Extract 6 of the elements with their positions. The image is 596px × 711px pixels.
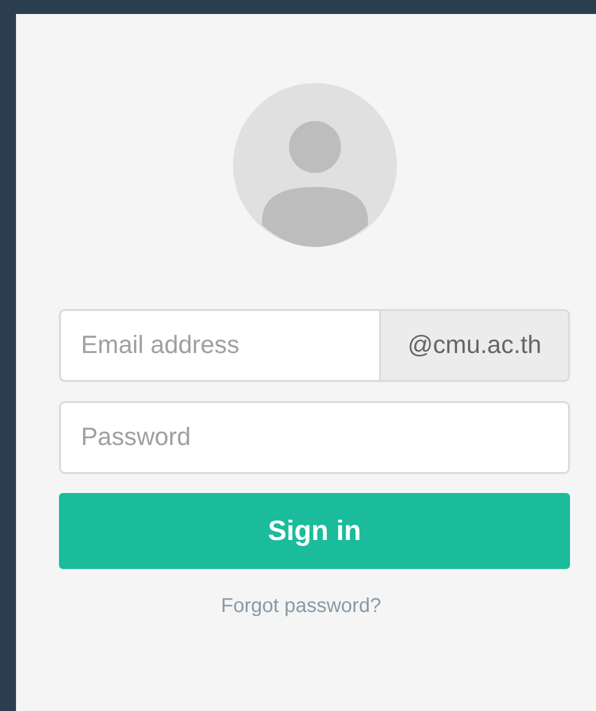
- domain-suffix: @cmu.ac.th: [381, 309, 570, 382]
- email-field[interactable]: Email address: [59, 309, 381, 382]
- avatar-icon: [233, 83, 397, 247]
- password-field[interactable]: Password: [59, 401, 570, 474]
- forgot-password-link[interactable]: Forgot password?: [221, 595, 382, 618]
- sign-in-button[interactable]: Sign in: [59, 493, 570, 569]
